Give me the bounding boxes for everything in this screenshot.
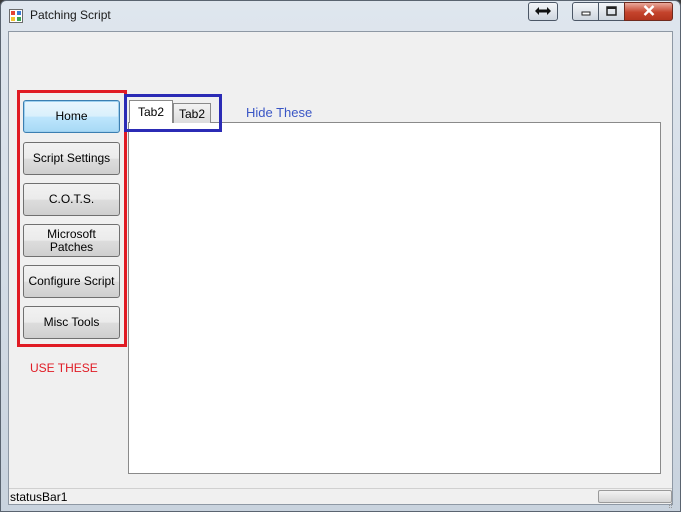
tab-page <box>128 122 661 474</box>
use-these-highlight <box>17 90 127 347</box>
tab-first[interactable]: Tab2 <box>129 100 173 123</box>
close-icon <box>643 4 655 19</box>
app-icon <box>9 9 23 23</box>
hide-these-annotation: Hide These <box>246 105 313 120</box>
close-button[interactable] <box>624 2 673 21</box>
app-window: Patching Script Home Script Settings C.O… <box>0 0 681 512</box>
maximize-icon <box>606 5 617 19</box>
resize-grip-icon[interactable] <box>669 498 673 508</box>
status-text: statusBar1 <box>10 490 68 504</box>
swap-arrows-icon <box>534 5 552 19</box>
window-title: Patching Script <box>30 8 111 22</box>
swap-button[interactable] <box>528 2 558 21</box>
status-bar: statusBar1 <box>9 488 672 504</box>
status-progress-bar <box>598 490 672 503</box>
use-these-annotation: USE THESE <box>30 361 98 375</box>
minimize-button[interactable] <box>572 2 599 21</box>
minimize-icon <box>581 5 591 19</box>
maximize-button[interactable] <box>598 2 625 21</box>
client-area: Home Script Settings C.O.T.S. Microsoft … <box>8 31 673 508</box>
title-bar[interactable]: Patching Script <box>1 1 680 31</box>
